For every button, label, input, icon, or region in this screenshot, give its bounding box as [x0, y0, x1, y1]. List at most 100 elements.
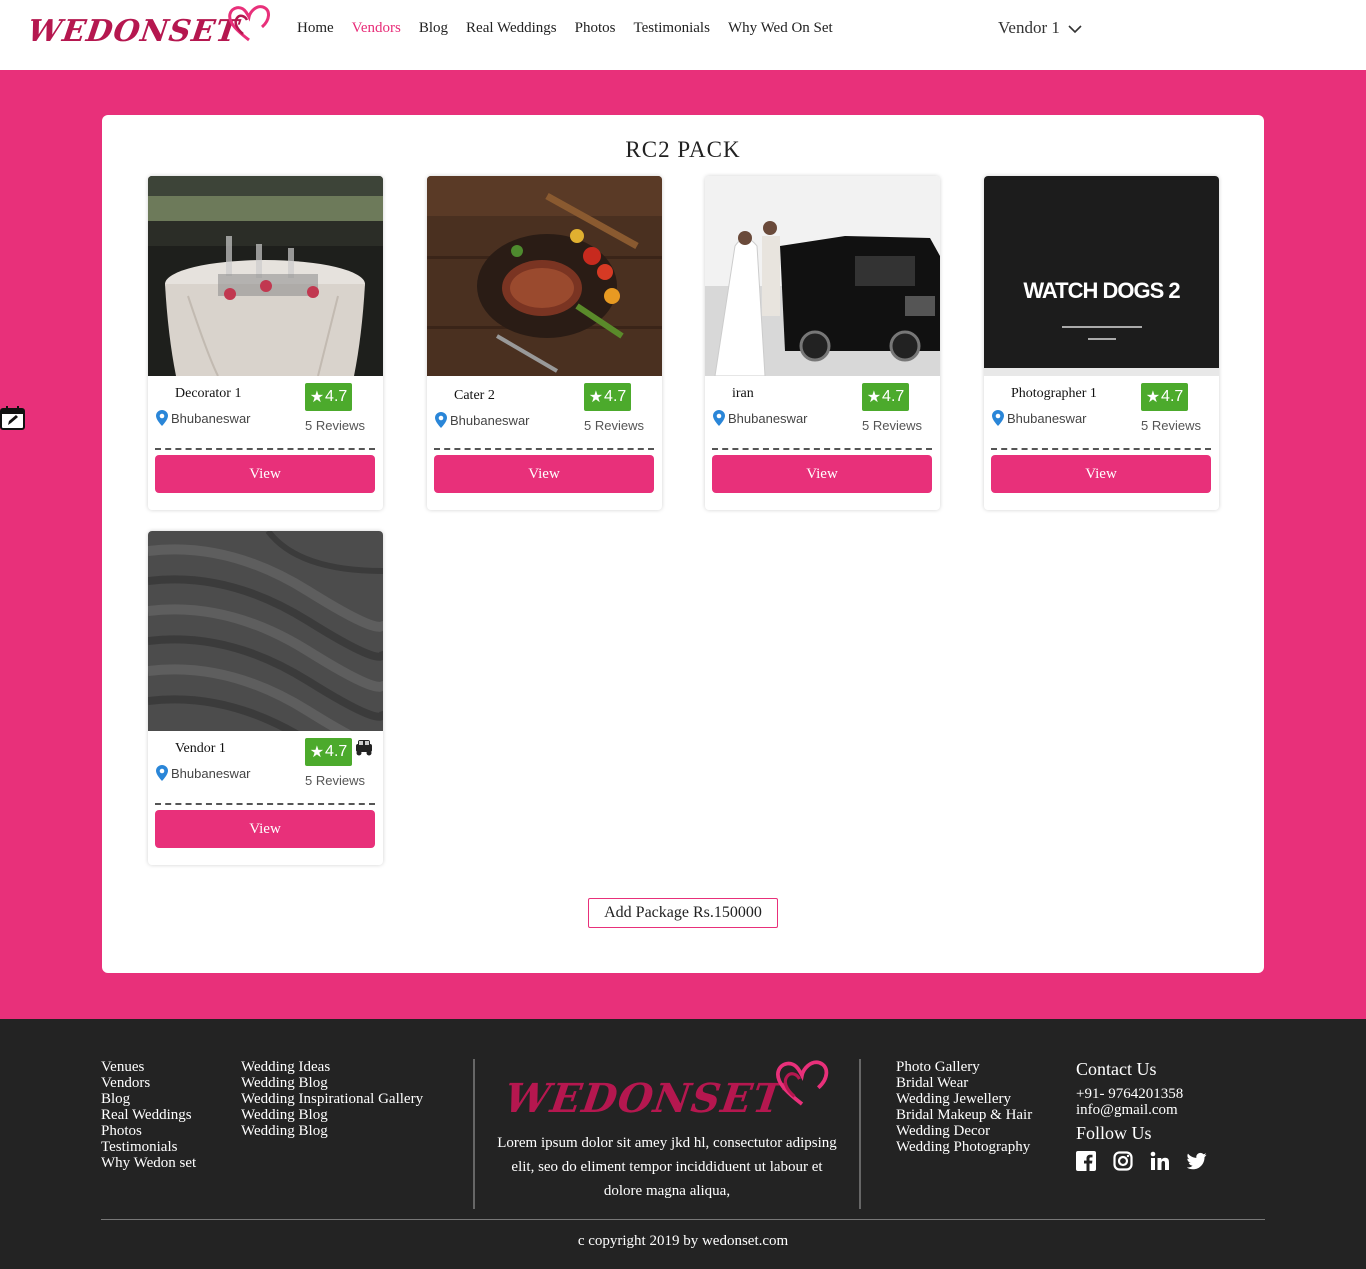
- logo-text: WEDONSET: [25, 14, 242, 49]
- card-divider: [155, 803, 375, 805]
- card-divider: [155, 448, 375, 450]
- rating-value: 4.7: [325, 388, 348, 405]
- location-pin-icon: [156, 765, 168, 781]
- nav-real-weddings[interactable]: Real Weddings: [466, 20, 557, 37]
- footer-link[interactable]: Wedding Photography: [896, 1139, 1032, 1155]
- footer-link[interactable]: Bridal Makeup & Hair: [896, 1107, 1032, 1123]
- twitter-icon[interactable]: [1186, 1151, 1207, 1171]
- footer-link[interactable]: Photos: [101, 1123, 196, 1139]
- nav-vendors[interactable]: Vendors: [352, 20, 401, 37]
- package-title: RC2 PACK: [625, 137, 741, 162]
- footer-link[interactable]: Wedding Blog: [241, 1107, 423, 1123]
- footer-link[interactable]: Wedding Jewellery: [896, 1091, 1032, 1107]
- nav-testimonials[interactable]: Testimonials: [633, 20, 709, 37]
- star-icon: ★: [1145, 389, 1161, 406]
- footer-link[interactable]: Wedding Blog: [241, 1075, 423, 1091]
- heart-logo-icon: [776, 1060, 829, 1106]
- add-package-button[interactable]: Add Package Rs.150000: [588, 898, 778, 928]
- star-icon: ★: [309, 389, 325, 406]
- footer-link[interactable]: Vendors: [101, 1075, 196, 1091]
- vendor-image: [705, 176, 940, 376]
- vendor-location: Bhubaneswar: [435, 412, 530, 428]
- vendor-location: Bhubaneswar: [992, 410, 1087, 426]
- contact-title: Contact Us: [1076, 1059, 1157, 1079]
- reviews-count[interactable]: 5 Reviews: [305, 773, 365, 788]
- rating-value: 4.7: [882, 388, 905, 405]
- vendor-location: Bhubaneswar: [713, 410, 808, 426]
- nav-photos[interactable]: Photos: [575, 20, 616, 37]
- vendor-location-text: Bhubaneswar: [450, 412, 530, 428]
- contact-email[interactable]: info@gmail.com: [1076, 1102, 1178, 1119]
- footer-link[interactable]: Venues: [101, 1059, 196, 1075]
- footer-logo-text: WEDONSET: [501, 1075, 787, 1122]
- footer-link[interactable]: Photo Gallery: [896, 1059, 1032, 1075]
- footer-link[interactable]: Wedding Ideas: [241, 1059, 423, 1075]
- vendor-name: Photographer 1: [1011, 386, 1097, 401]
- vendor-location-text: Bhubaneswar: [171, 765, 251, 781]
- rating-badge: ★ 4.7: [862, 383, 909, 411]
- user-menu[interactable]: Vendor 1: [998, 18, 1082, 38]
- vendor-name: Cater 2: [454, 388, 495, 403]
- vendor-card: WATCH DOGS 2 Photographer 1 Bhubaneswar …: [984, 176, 1219, 510]
- main-nav: Home Vendors Blog Real Weddings Photos T…: [297, 20, 833, 37]
- footer-link[interactable]: Bridal Wear: [896, 1075, 1032, 1091]
- social-links: [1076, 1151, 1207, 1171]
- footer-link[interactable]: Testimonials: [101, 1139, 196, 1155]
- footer-link[interactable]: Real Weddings: [101, 1107, 196, 1123]
- footer-link[interactable]: Why Wedon set: [101, 1155, 196, 1171]
- rating-badge: ★ 4.7: [584, 383, 631, 411]
- vendor-card: Decorator 1 Bhubaneswar ★ 4.7 5 Reviews …: [148, 176, 383, 510]
- nav-why-wed-on-set[interactable]: Why Wed On Set: [728, 20, 833, 37]
- site-footer: Venues Vendors Blog Real Weddings Photos…: [0, 1019, 1366, 1269]
- footer-links-ideas: Wedding Ideas Wedding Blog Wedding Inspi…: [241, 1059, 423, 1139]
- star-icon: ★: [309, 744, 325, 761]
- poster-subtitle-lines: [1062, 326, 1142, 328]
- user-menu-label: Vendor 1: [998, 18, 1060, 37]
- vendor-location: Bhubaneswar: [156, 410, 251, 426]
- view-button[interactable]: View: [155, 455, 375, 493]
- site-logo[interactable]: WEDONSET: [25, 4, 273, 54]
- follow-title: Follow Us: [1076, 1123, 1152, 1143]
- footer-logo[interactable]: WEDONSET: [501, 1059, 835, 1123]
- chevron-down-icon: [1068, 24, 1082, 33]
- rating-value: 4.7: [325, 743, 348, 760]
- edit-calendar-icon[interactable]: [0, 405, 26, 431]
- facebook-icon[interactable]: [1076, 1151, 1096, 1171]
- vendor-card: Vendor 1 Bhubaneswar ★ 4.7 5 Reviews Vie…: [148, 531, 383, 865]
- vendor-location-text: Bhubaneswar: [171, 410, 251, 426]
- poster-footer-strip: [984, 368, 1219, 376]
- linkedin-icon[interactable]: [1150, 1151, 1170, 1171]
- vendor-location-text: Bhubaneswar: [1007, 410, 1087, 426]
- nav-home[interactable]: Home: [297, 20, 334, 37]
- contact-phone[interactable]: +91- 9764201358: [1076, 1086, 1183, 1103]
- footer-link[interactable]: Wedding Inspirational Gallery: [241, 1091, 423, 1107]
- vendor-card: iran Bhubaneswar ★ 4.7 5 Reviews View: [705, 176, 940, 510]
- footer-link[interactable]: Blog: [101, 1091, 196, 1107]
- view-button[interactable]: View: [712, 455, 932, 493]
- reviews-count[interactable]: 5 Reviews: [862, 418, 922, 433]
- car-icon[interactable]: [354, 739, 374, 756]
- card-divider: [991, 448, 1211, 450]
- footer-separator: [101, 1219, 1265, 1220]
- copyright-text: c copyright 2019 by wedonset.com: [577, 1233, 789, 1249]
- reviews-count[interactable]: 5 Reviews: [1141, 418, 1201, 433]
- star-icon: ★: [588, 389, 604, 406]
- nav-blog[interactable]: Blog: [419, 20, 448, 37]
- reviews-count[interactable]: 5 Reviews: [305, 418, 365, 433]
- view-button[interactable]: View: [991, 455, 1211, 493]
- rating-badge: ★ 4.7: [305, 383, 352, 411]
- rating-value: 4.7: [604, 388, 627, 405]
- instagram-icon[interactable]: [1113, 1151, 1133, 1171]
- vendor-card: Cater 2 Bhubaneswar ★ 4.7 5 Reviews View: [427, 176, 662, 510]
- rating-value: 4.7: [1161, 388, 1184, 405]
- footer-divider: [473, 1059, 475, 1209]
- vendor-image: [427, 176, 662, 376]
- footer-link[interactable]: Wedding Decor: [896, 1123, 1032, 1139]
- vendor-image: [148, 176, 383, 376]
- card-divider: [712, 448, 932, 450]
- reviews-count[interactable]: 5 Reviews: [584, 418, 644, 433]
- footer-divider: [859, 1059, 861, 1209]
- view-button[interactable]: View: [155, 810, 375, 848]
- footer-link[interactable]: Wedding Blog: [241, 1123, 423, 1139]
- view-button[interactable]: View: [434, 455, 654, 493]
